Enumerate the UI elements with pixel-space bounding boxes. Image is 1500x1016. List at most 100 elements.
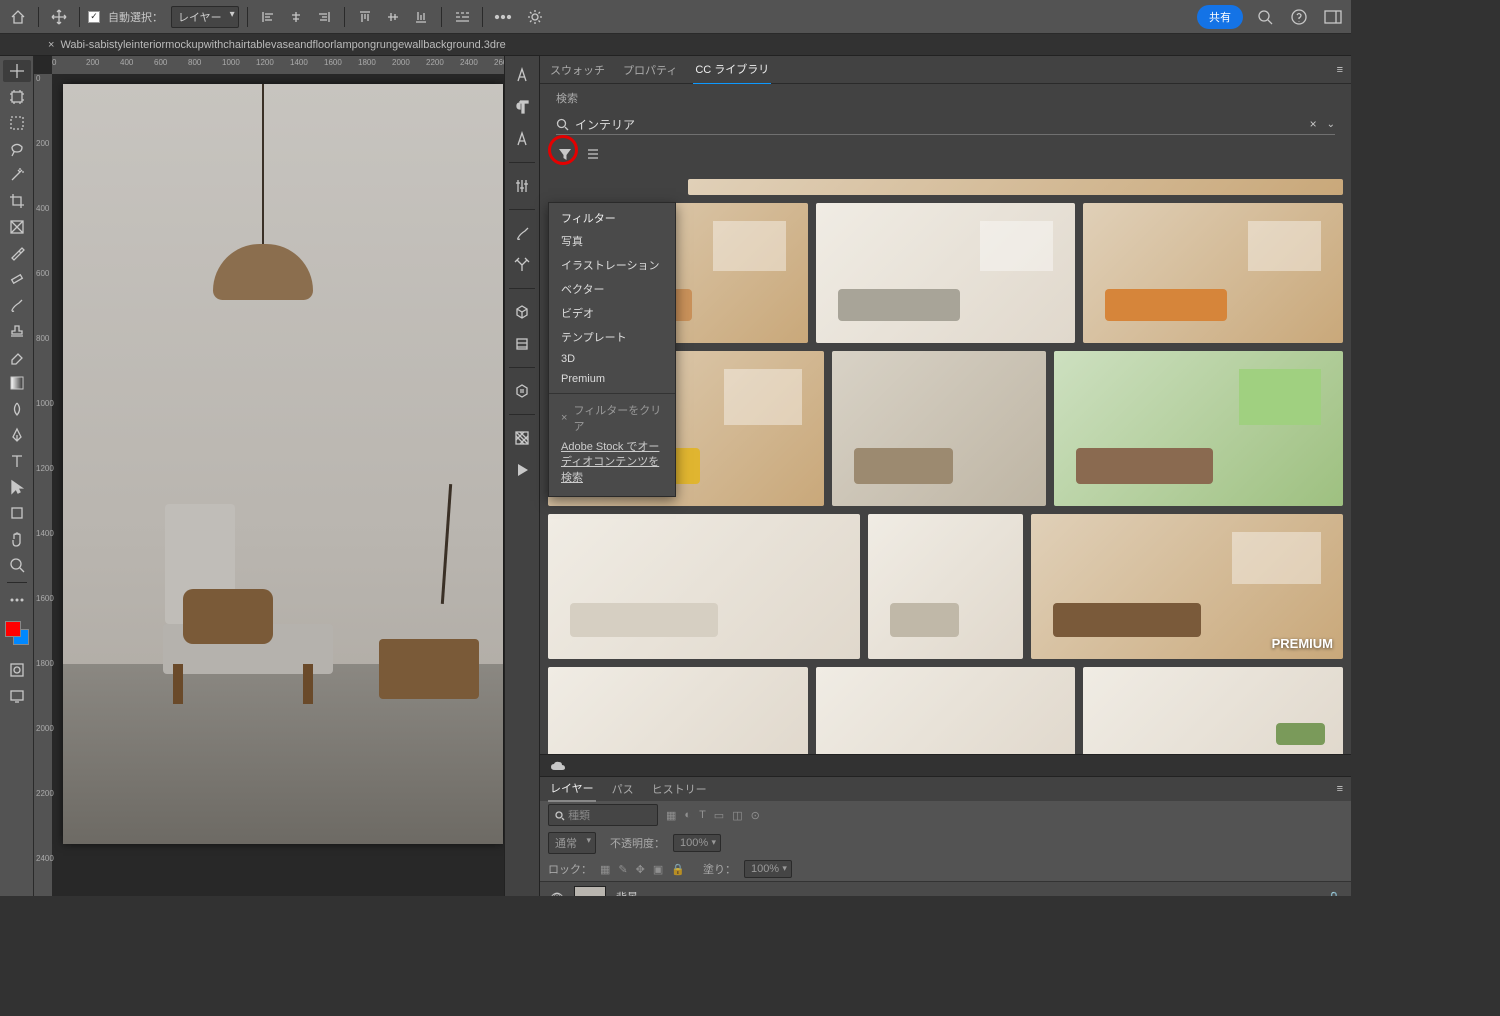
more-align-icon[interactable] [450,5,474,29]
stock-thumb[interactable] [548,667,808,754]
tools-panel-icon[interactable] [508,252,536,278]
layer-thumbnail[interactable] [574,886,606,896]
stock-thumb[interactable] [1054,351,1343,506]
list-view-button[interactable] [584,145,602,163]
lock-icon[interactable]: 🔒 [1327,891,1341,897]
search-input[interactable] [575,117,1304,131]
filter-image-icon[interactable]: ▦ [666,809,676,822]
layers-panel-icon[interactable] [508,331,536,357]
zoom-tool[interactable] [3,554,31,576]
materials-panel-icon[interactable] [508,378,536,404]
filter-adjust-icon[interactable]: ◐ [684,809,691,821]
panel-tab[interactable]: パス [610,777,636,801]
stock-thumb[interactable] [548,514,860,659]
filter-shape-icon[interactable]: ▭ [714,809,724,822]
panel-tab[interactable]: スウォッチ [548,56,607,84]
visibility-icon[interactable]: 👁 [550,891,564,897]
gear-icon[interactable] [523,5,547,29]
type-tool[interactable] [3,450,31,472]
adjust-panel-icon[interactable] [508,173,536,199]
workspace-icon[interactable] [1321,5,1345,29]
pattern-panel-icon[interactable] [508,425,536,451]
stock-thumb[interactable]: PREMIUM [1031,514,1343,659]
align-bottom-icon[interactable] [409,5,433,29]
artboard-tool[interactable] [3,86,31,108]
eyedropper-tool[interactable] [3,242,31,264]
align-left-icon[interactable] [256,5,280,29]
clear-search-icon[interactable]: × [1310,117,1317,131]
stock-thumb[interactable] [1083,203,1343,343]
filter-toggle-icon[interactable]: ⊙ [751,809,760,822]
stock-thumb[interactable] [816,667,1076,754]
lock-brush-icon[interactable]: ✎ [618,863,627,876]
filter-menu-item[interactable]: ビデオ [549,301,675,325]
3d-panel-icon[interactable] [508,299,536,325]
chevron-down-icon[interactable]: ⌄ [1327,119,1335,130]
gradient-tool[interactable] [3,372,31,394]
character-panel-icon[interactable] [508,62,536,88]
paragraph-panel-icon[interactable] [508,94,536,120]
document-tab[interactable]: × Wabi-sabistyleinteriormockupwithchairt… [40,36,514,54]
canvas-viewport[interactable] [52,74,504,896]
layer-name[interactable]: 背景 [616,889,638,896]
glyph-panel-icon[interactable] [508,126,536,152]
screenmode-tool[interactable] [3,685,31,707]
stock-thumb[interactable] [816,203,1076,343]
filter-type-icon[interactable]: T [699,809,706,821]
lock-all-icon[interactable]: 🔒 [671,863,685,876]
blur-tool[interactable] [3,398,31,420]
marquee-tool[interactable] [3,112,31,134]
path-select-tool[interactable] [3,476,31,498]
blend-mode-dropdown[interactable]: 通常 [548,832,596,854]
auto-select-checkbox[interactable]: ✓ [88,11,100,23]
align-right-icon[interactable] [312,5,336,29]
align-center-h-icon[interactable] [284,5,308,29]
filter-menu-item[interactable]: Premium [549,369,675,389]
play-panel-icon[interactable] [508,457,536,483]
filter-smart-icon[interactable]: ◫ [732,809,742,822]
quickmask-tool[interactable] [3,659,31,681]
stamp-tool[interactable] [3,320,31,342]
help-icon[interactable] [1287,5,1311,29]
layer-filter-search[interactable]: 種類 [548,804,658,826]
move-tool[interactable] [3,60,31,82]
filter-menu-item[interactable]: ベクター [549,277,675,301]
align-top-icon[interactable] [353,5,377,29]
panel-flyout-icon[interactable]: ≡ [1337,783,1343,795]
cloud-icon[interactable] [550,760,566,772]
filter-clear-item[interactable]: × フィルターをクリア [549,398,675,438]
panel-flyout-icon[interactable]: ≡ [1337,64,1343,76]
more-options-icon[interactable] [491,5,515,29]
fill-value[interactable]: 100% [744,860,792,878]
layer-row[interactable]: 👁 背景 🔒 [540,881,1351,896]
stock-thumb[interactable] [832,351,1046,506]
frame-tool[interactable] [3,216,31,238]
hand-tool[interactable] [3,528,31,550]
close-icon[interactable]: × [48,39,54,51]
home-icon[interactable] [6,5,30,29]
pen-tool[interactable] [3,424,31,446]
brush-tool[interactable] [3,294,31,316]
filter-menu-item[interactable]: イラストレーション [549,253,675,277]
opacity-value[interactable]: 100% [673,834,721,852]
more-tools-icon[interactable] [3,589,31,611]
filter-menu-item[interactable]: 3D [549,349,675,369]
filter-menu-item[interactable]: テンプレート [549,325,675,349]
share-button[interactable]: 共有 [1197,5,1243,29]
crop-tool[interactable] [3,190,31,212]
panel-tab[interactable]: CC ライブラリ [693,56,771,85]
lock-artboard-icon[interactable]: ▣ [653,863,663,876]
search-icon[interactable] [1253,5,1277,29]
panel-tab[interactable]: レイヤー [548,776,596,802]
foreground-swatch[interactable] [5,621,21,637]
layer-type-dropdown[interactable]: レイヤー [171,6,239,28]
brushes-panel-icon[interactable] [508,220,536,246]
eraser-tool[interactable] [3,346,31,368]
filter-audio-link[interactable]: Adobe Stock でオーディオコンテンツを検索 [549,438,675,492]
stock-thumb[interactable] [1083,667,1343,754]
panel-tab[interactable]: ヒストリー [650,777,709,801]
move-tool-icon[interactable] [47,5,71,29]
stock-thumb[interactable] [688,179,1343,195]
color-swatch-selector[interactable] [5,621,29,645]
stock-thumb[interactable] [868,514,1024,659]
